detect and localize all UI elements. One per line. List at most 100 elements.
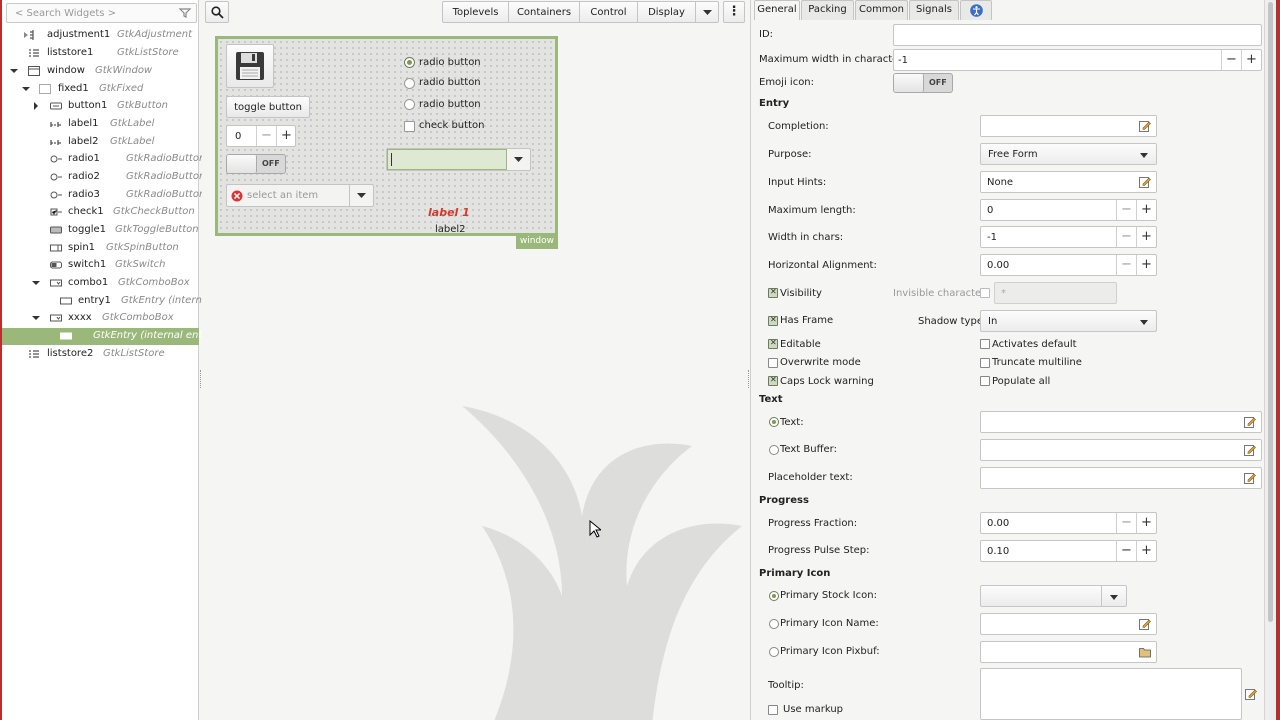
spin-button-preview[interactable]: 0 − + xyxy=(226,125,296,147)
combo1-preview[interactable]: select an item xyxy=(226,184,374,207)
tree-row-toggle1[interactable]: toggle1 GtkToggleButton xyxy=(2,222,199,239)
edit-icon[interactable] xyxy=(1244,472,1256,484)
text-input[interactable] xyxy=(980,411,1262,433)
edit-icon[interactable] xyxy=(1139,120,1151,132)
palette-toplevels-button[interactable]: Toplevels xyxy=(442,1,509,23)
input-hints-input[interactable]: None xyxy=(980,171,1157,193)
tree-row-check1[interactable]: check1 GtkCheckButton xyxy=(2,204,199,221)
edit-icon[interactable] xyxy=(1245,688,1257,700)
editable-checkbox[interactable] xyxy=(768,338,778,349)
edit-icon[interactable] xyxy=(1244,444,1256,456)
design-canvas[interactable]: toggle button 0 − + OFF select an item r… xyxy=(202,26,749,720)
progress-fraction-spin[interactable]: 0.00 − + xyxy=(980,512,1157,534)
search-widgets-input[interactable]: < Search Widgets > xyxy=(6,3,197,23)
tree-row-liststore2[interactable]: liststore2 GtkListStore xyxy=(2,346,199,363)
toggle-button-preview[interactable]: toggle button xyxy=(226,96,310,118)
scrollbar-thumb[interactable] xyxy=(1268,2,1273,622)
emoji-icon-switch[interactable]: OFF xyxy=(893,73,953,93)
max-width-chars-spin[interactable]: -1 − + xyxy=(893,49,1262,71)
tree-row-liststore1[interactable]: liststore1 GtkListStore xyxy=(2,45,199,62)
visibility-checkbox[interactable] xyxy=(768,287,778,298)
completion-input[interactable] xyxy=(980,115,1157,137)
edit-icon[interactable] xyxy=(1244,416,1256,428)
internal-entry-selected[interactable] xyxy=(387,149,507,170)
tree-row-window[interactable]: window GtkWindow xyxy=(2,63,199,80)
primary-icon-pixbuf-radio[interactable] xyxy=(769,647,779,657)
tree-row-label1[interactable]: label1 GtkLabel xyxy=(2,116,199,133)
palette-display-button[interactable]: Display xyxy=(637,1,696,23)
palette-containers-button[interactable]: Containers xyxy=(508,1,580,23)
tree-row-fixed1[interactable]: fixed1 GtkFixed xyxy=(2,81,199,98)
combo-dropdown-button[interactable] xyxy=(507,149,530,170)
decrement-button[interactable]: − xyxy=(1116,513,1136,533)
label2-preview[interactable]: label2 xyxy=(435,224,466,235)
text-buffer-radio[interactable] xyxy=(769,445,779,455)
search-button[interactable] xyxy=(205,1,229,23)
tree-row-combo1[interactable]: combo1 GtkComboBox xyxy=(2,275,199,292)
shadow-type-dropdown[interactable]: In xyxy=(980,310,1157,332)
collapse-arrow-icon[interactable] xyxy=(10,67,18,75)
tab-accessibility[interactable] xyxy=(960,0,992,20)
decrement-button[interactable]: − xyxy=(1116,255,1136,275)
folder-icon[interactable] xyxy=(1139,646,1151,658)
caps-lock-warning-checkbox[interactable] xyxy=(768,375,778,386)
tab-signals[interactable]: Signals xyxy=(909,0,959,20)
width-chars-spin[interactable]: -1 − + xyxy=(980,226,1157,248)
placeholder-text-input[interactable] xyxy=(980,467,1262,489)
increment-button[interactable]: + xyxy=(1136,255,1156,275)
radio3-preview[interactable] xyxy=(404,99,415,110)
activates-default-checkbox[interactable] xyxy=(980,339,990,349)
edit-icon[interactable] xyxy=(1139,618,1151,630)
decrement-button[interactable]: − xyxy=(1221,50,1241,70)
switch-preview[interactable]: OFF xyxy=(226,154,286,174)
properties-scrollbar[interactable] xyxy=(1264,0,1276,720)
collapse-arrow-icon[interactable] xyxy=(32,279,40,287)
increment-button[interactable]: + xyxy=(1136,227,1156,247)
decrement-button[interactable]: − xyxy=(1116,200,1136,220)
tree-row-adjustment1[interactable]: adjustment1 GtkAdjustment xyxy=(2,27,199,44)
text-buffer-input[interactable] xyxy=(980,439,1262,461)
primary-icon-name-input[interactable] xyxy=(980,613,1157,635)
decrement-button[interactable]: − xyxy=(1116,227,1136,247)
tree-row-radio2[interactable]: radio2 GtkRadioButton xyxy=(2,169,205,186)
horizontal-alignment-spin[interactable]: 0.00 − + xyxy=(980,254,1157,276)
populate-all-checkbox[interactable] xyxy=(980,376,990,386)
menu-button[interactable]: ⋮ xyxy=(723,1,745,23)
check1-preview[interactable] xyxy=(404,121,415,132)
decrement-button[interactable]: − xyxy=(1116,541,1136,561)
increment-button[interactable]: + xyxy=(1136,200,1156,220)
invisible-character-checkbox[interactable] xyxy=(980,288,990,298)
radio2-preview[interactable] xyxy=(404,78,415,89)
filter-icon[interactable] xyxy=(178,6,192,20)
edit-icon[interactable] xyxy=(1139,176,1151,188)
progress-pulse-step-spin[interactable]: 0.10 − + xyxy=(980,540,1157,562)
primary-stock-icon-radio[interactable] xyxy=(769,591,779,601)
spin-decrement-button[interactable]: − xyxy=(256,126,276,146)
use-markup-checkbox[interactable] xyxy=(768,705,778,715)
tree-row-radio3[interactable]: radio3 GtkRadioButton xyxy=(2,187,205,204)
palette-more-dropdown[interactable] xyxy=(695,1,719,23)
palette-control-button[interactable]: Control xyxy=(579,1,638,23)
tree-row-entry1[interactable]: entry1 GtkEntry (intern... xyxy=(2,293,211,310)
combo-dropdown-button[interactable] xyxy=(349,185,373,206)
primary-icon-pixbuf-input[interactable] xyxy=(980,641,1157,663)
id-input[interactable] xyxy=(893,24,1262,46)
tab-packing[interactable]: Packing xyxy=(801,0,854,20)
increment-button[interactable]: + xyxy=(1241,50,1261,70)
collapse-arrow-icon[interactable] xyxy=(22,85,30,93)
expand-arrow-icon[interactable] xyxy=(32,102,40,110)
tooltip-textarea[interactable] xyxy=(980,668,1242,720)
radio1-preview[interactable] xyxy=(404,57,415,68)
tree-row-xxxx[interactable]: xxxx GtkComboBox xyxy=(2,310,199,327)
tab-general[interactable]: General xyxy=(754,0,800,20)
button1-preview[interactable] xyxy=(226,44,274,88)
has-frame-checkbox[interactable] xyxy=(768,315,778,326)
invisible-character-input[interactable]: * xyxy=(994,282,1117,304)
text-radio[interactable] xyxy=(769,417,779,427)
primary-icon-name-radio[interactable] xyxy=(769,619,779,629)
spin-increment-button[interactable]: + xyxy=(276,126,296,146)
purpose-dropdown[interactable]: Free Form xyxy=(980,143,1157,165)
tree-row-spin1[interactable]: spin1 GtkSpinButton xyxy=(2,240,199,257)
truncate-multiline-checkbox[interactable] xyxy=(980,358,990,368)
xxxx-combo-preview[interactable] xyxy=(386,148,531,171)
